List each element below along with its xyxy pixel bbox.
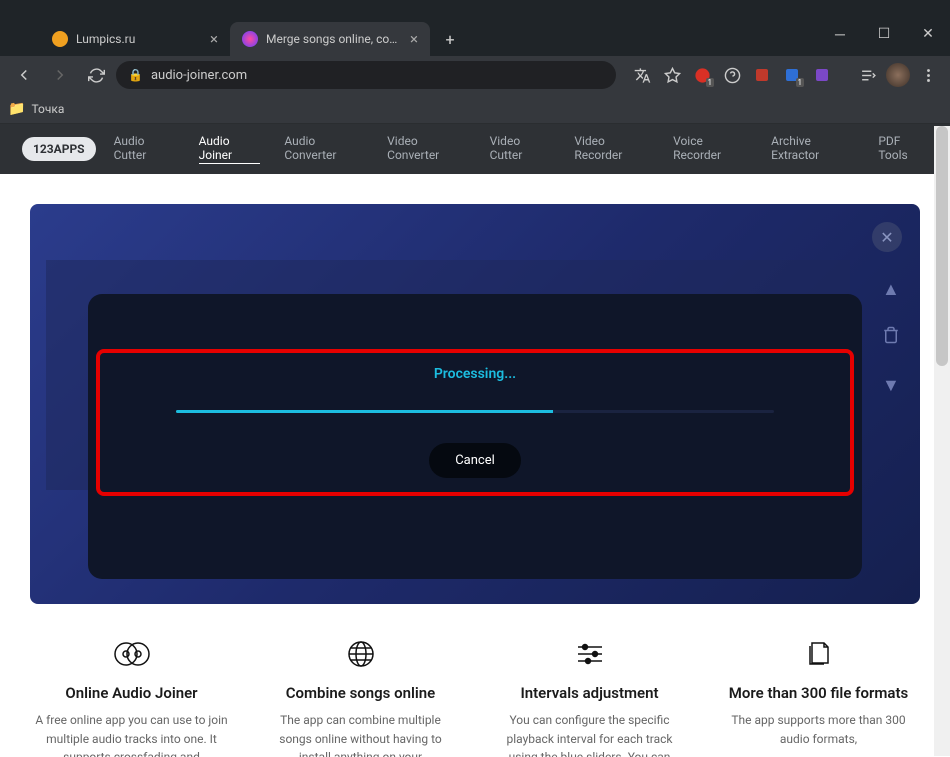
- ext-purple-icon[interactable]: [808, 61, 836, 89]
- tab-audio-joiner[interactable]: Merge songs online, combine mp... ×: [230, 22, 430, 56]
- close-icon[interactable]: ×: [210, 30, 218, 48]
- close-icon[interactable]: ✕: [872, 222, 902, 252]
- window-controls: ─ ☐ ✕: [818, 18, 950, 54]
- cancel-button[interactable]: Cancel: [429, 443, 521, 478]
- globe-icon: [259, 636, 462, 672]
- back-button[interactable]: [8, 61, 40, 89]
- adblock-icon[interactable]: 1: [688, 61, 716, 89]
- bookmark-bar: 📁 Точка: [0, 94, 950, 124]
- arrow-up-icon[interactable]: ▲: [882, 279, 900, 300]
- close-button[interactable]: ✕: [906, 18, 950, 50]
- new-tab-button[interactable]: +: [436, 25, 464, 53]
- ext-blue-icon[interactable]: 1: [778, 61, 806, 89]
- nav-audio-converter[interactable]: Audio Converter: [284, 134, 363, 164]
- reload-button[interactable]: [80, 61, 112, 89]
- nav-video-cutter[interactable]: Video Cutter: [490, 134, 551, 164]
- scrollbar[interactable]: [934, 126, 950, 756]
- files-icon: [717, 636, 920, 672]
- url-input[interactable]: 🔒 audio-joiner.com: [116, 61, 616, 89]
- features-row: Online Audio Joiner A free online app yo…: [0, 604, 950, 757]
- url-text: audio-joiner.com: [151, 68, 247, 83]
- addressbar: 🔒 audio-joiner.com 1 1: [0, 56, 950, 94]
- feature-desc: A free online app you can use to join mu…: [30, 711, 233, 757]
- feature-title: Online Audio Joiner: [30, 684, 233, 702]
- feature-formats: More than 300 file formats The app suppo…: [717, 636, 920, 757]
- sliders-icon: [488, 636, 691, 672]
- favicon-icon: [242, 31, 258, 47]
- hero-panel: ✕ ▲ ▼ Processing... Cancel: [30, 204, 920, 604]
- star-icon[interactable]: [658, 61, 686, 89]
- tab-title: Lumpics.ru: [76, 32, 202, 46]
- feature-title: More than 300 file formats: [717, 684, 920, 702]
- logo[interactable]: 123APPS: [22, 137, 96, 161]
- scrollbar-thumb[interactable]: [936, 126, 948, 366]
- translate-icon[interactable]: [628, 61, 656, 89]
- nav-voice-recorder[interactable]: Voice Recorder: [673, 134, 747, 164]
- site-nav: Audio Cutter Audio Joiner Audio Converte…: [114, 134, 928, 164]
- nav-video-converter[interactable]: Video Converter: [387, 134, 465, 164]
- discs-icon: [30, 636, 233, 672]
- tab-title: Merge songs online, combine mp...: [266, 32, 402, 46]
- feature-desc: The app supports more than 300 audio for…: [717, 711, 920, 748]
- feature-title: Intervals adjustment: [488, 684, 691, 702]
- progress-fill: [176, 410, 553, 413]
- nav-archive-extractor[interactable]: Archive Extractor: [771, 134, 854, 164]
- page-content: 123APPS Audio Cutter Audio Joiner Audio …: [0, 124, 950, 757]
- feature-title: Combine songs online: [259, 684, 462, 702]
- forward-button[interactable]: [44, 61, 76, 89]
- feature-joiner: Online Audio Joiner A free online app yo…: [30, 636, 233, 757]
- nav-audio-joiner[interactable]: Audio Joiner: [199, 134, 261, 164]
- maximize-button[interactable]: ☐: [862, 18, 906, 50]
- processing-label: Processing...: [170, 366, 780, 382]
- nav-audio-cutter[interactable]: Audio Cutter: [114, 134, 175, 164]
- feature-intervals: Intervals adjustment You can configure t…: [488, 636, 691, 757]
- arrow-down-icon[interactable]: ▼: [882, 375, 900, 396]
- nav-video-recorder[interactable]: Video Recorder: [574, 134, 649, 164]
- folder-icon: 📁: [8, 101, 25, 117]
- close-icon[interactable]: ×: [410, 30, 418, 48]
- nav-pdf-tools[interactable]: PDF Tools: [878, 134, 928, 164]
- tab-lumpics[interactable]: Lumpics.ru ×: [40, 22, 230, 56]
- feature-desc: The app can combine multiple songs onlin…: [259, 711, 462, 757]
- menu-icon[interactable]: [914, 61, 942, 89]
- favicon-icon: [52, 31, 68, 47]
- ext-red-icon[interactable]: [748, 61, 776, 89]
- lock-icon: 🔒: [128, 68, 143, 82]
- avatar[interactable]: [884, 61, 912, 89]
- trash-icon[interactable]: [882, 326, 900, 349]
- feature-desc: You can configure the specific playback …: [488, 711, 691, 757]
- feature-combine: Combine songs online The app can combine…: [259, 636, 462, 757]
- progress-bar: [176, 410, 774, 413]
- tabstrip: Lumpics.ru × Merge songs online, combine…: [0, 18, 950, 56]
- bookmark-folder-label[interactable]: Точка: [31, 102, 64, 116]
- minimize-button[interactable]: ─: [818, 18, 862, 50]
- help-icon[interactable]: [718, 61, 746, 89]
- site-header: 123APPS Audio Cutter Audio Joiner Audio …: [0, 124, 950, 174]
- reading-list-icon[interactable]: [854, 61, 882, 89]
